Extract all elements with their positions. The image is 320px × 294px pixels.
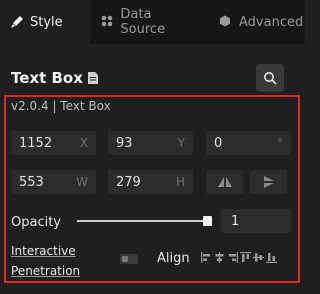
align-top-icon[interactable] [240,252,251,263]
align-right-icon[interactable] [227,252,238,263]
align-bottom-icon[interactable] [266,252,277,263]
tab-style[interactable]: Style [0,0,90,44]
version-label: v2.0.4 | Text Box [11,99,111,113]
hexagon-icon [219,15,233,29]
component-title: Text Box [11,69,98,87]
tab-data-source[interactable]: Data Source [101,0,197,44]
tab-advanced-label: Advanced [239,14,304,30]
align-middle-v-icon[interactable] [253,252,264,263]
flip-vertical-button[interactable] [250,170,287,194]
width-value: 553 [19,174,44,190]
flip-horizontal-icon [217,177,232,187]
height-field[interactable]: 279 H [108,170,193,194]
component-title-text: Text Box [11,69,83,87]
grid-icon [101,15,114,29]
interactive-penetration-label: Interactive Penetration [11,241,80,281]
y-value: 93 [116,135,133,151]
width-unit: W [76,175,88,189]
interactive-penetration-line2: Penetration [11,264,81,278]
brush-icon [10,15,24,29]
align-center-h-icon[interactable] [214,252,225,263]
rotation-unit: ° [277,136,283,150]
tab-style-label: Style [30,14,63,30]
flip-horizontal-button[interactable] [206,170,243,194]
align-toolbar [201,252,277,263]
rotation-value: 0 [214,135,223,151]
x-unit: X [79,136,88,150]
height-value: 279 [116,174,141,190]
opacity-input[interactable]: 1 [221,209,291,233]
opacity-slider-thumb[interactable] [203,216,212,226]
width-field[interactable]: 553 W [11,170,96,194]
search-icon [263,71,277,85]
opacity-slider-track[interactable] [77,220,211,222]
x-field[interactable]: 1152 X [11,131,96,155]
align-left-icon[interactable] [201,252,212,263]
align-label: Align [157,251,190,266]
x-value: 1152 [19,135,53,151]
y-field[interactable]: 93 Y [108,131,193,155]
document-icon [87,72,98,84]
interactive-penetration-line1: Interactive [11,244,76,258]
y-unit: Y [177,136,185,150]
rotation-field[interactable]: 0 ° [206,131,291,155]
height-unit: H [175,175,185,189]
search-button[interactable] [256,64,284,92]
tab-data-source-label: Data Source [120,7,166,37]
interactive-penetration-toggle[interactable] [120,254,138,264]
flip-vertical-icon [263,176,275,188]
tab-advanced[interactable]: Advanced [219,0,305,44]
opacity-label: Opacity [11,215,62,230]
